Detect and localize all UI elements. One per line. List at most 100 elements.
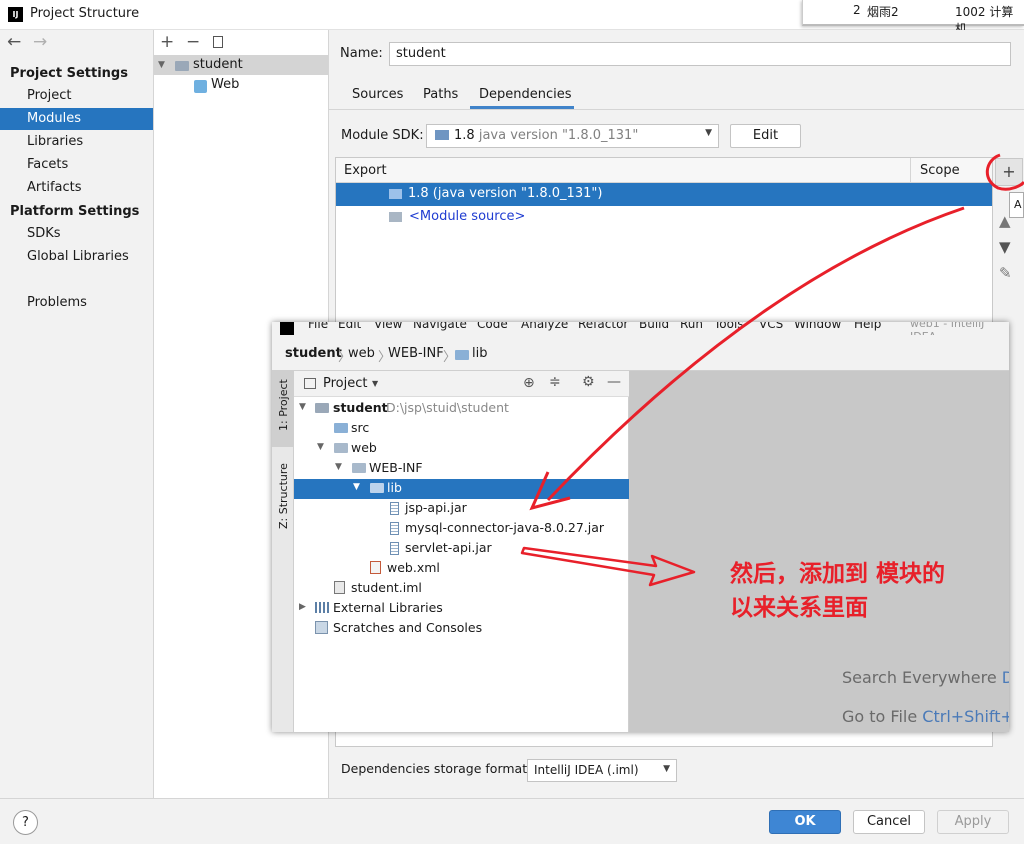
chevron-down-icon: ▼: [705, 128, 712, 138]
project-view-label[interactable]: Project: [323, 376, 367, 391]
move-down-icon[interactable]: ▼: [999, 238, 1011, 256]
sdk-detail: java version "1.8.0_131": [478, 128, 639, 143]
menu-analyze[interactable]: Analyze: [521, 322, 568, 331]
sidebar-item-problems[interactable]: Problems: [0, 292, 153, 314]
project-tool-tab[interactable]: 1: Project: [277, 379, 290, 431]
move-up-icon[interactable]: ▲: [999, 212, 1011, 230]
folder-icon: [352, 463, 366, 473]
iml-file-icon: [334, 581, 345, 594]
sidebar-item-modules[interactable]: Modules: [0, 108, 153, 130]
sidebar-item-project[interactable]: Project: [0, 85, 153, 107]
minimize-icon[interactable]: —: [607, 374, 621, 390]
column-divider: [910, 158, 911, 183]
menu-vcs[interactable]: VCS: [759, 322, 783, 331]
folder-icon: [455, 350, 469, 360]
menu-help[interactable]: Help: [854, 322, 881, 331]
chevron-down-icon[interactable]: ▼: [372, 379, 378, 388]
module-sdk-select[interactable]: 1.8 java version "1.8.0_131" ▼: [426, 124, 719, 148]
tab-dependencies[interactable]: Dependencies: [479, 87, 572, 102]
menu-navigate[interactable]: Navigate: [413, 322, 467, 331]
column-export[interactable]: Export: [344, 163, 387, 178]
table-row-module-source[interactable]: <Module source>: [336, 206, 992, 229]
tree-item-student-iml[interactable]: student.iml: [351, 578, 422, 598]
collapsed-triangle-icon[interactable]: ▶: [299, 602, 306, 612]
edit-pencil-icon[interactable]: ✎: [999, 264, 1012, 282]
module-folder-icon: [175, 61, 189, 71]
menu-edit[interactable]: Edit: [338, 322, 361, 331]
storage-format-label: Dependencies storage format:: [341, 761, 532, 776]
expand-triangle-icon[interactable]: ▼: [317, 442, 324, 452]
add-module-button[interactable]: +: [160, 32, 174, 52]
back-arrow-icon[interactable]: ←: [7, 32, 21, 52]
apply-button[interactable]: Apply: [937, 810, 1009, 834]
menu-tools[interactable]: Tools: [714, 322, 744, 331]
window-title: Project Structure: [30, 6, 140, 21]
locate-icon[interactable]: ⊕: [523, 375, 535, 391]
copy-icon[interactable]: [213, 36, 223, 48]
menu-window[interactable]: Window: [794, 322, 841, 331]
web-folder-icon: [334, 443, 348, 453]
add-dependency-button[interactable]: +: [995, 158, 1023, 186]
gear-icon[interactable]: ⚙: [582, 374, 595, 390]
tree-item-web-xml[interactable]: web.xml: [387, 558, 440, 578]
tree-item-external-libraries[interactable]: External Libraries: [333, 598, 443, 618]
tree-item-web[interactable]: web: [351, 438, 377, 458]
menu-code[interactable]: Code: [477, 322, 508, 331]
forward-arrow-icon[interactable]: →: [33, 32, 47, 52]
menu-run[interactable]: Run: [680, 322, 703, 331]
sidebar-item-facets[interactable]: Facets: [0, 154, 153, 176]
menu-build[interactable]: Build: [639, 322, 669, 331]
chevron-down-icon: ▼: [663, 764, 670, 774]
tree-item-src[interactable]: src: [351, 418, 369, 438]
breadcrumb-web[interactable]: web: [348, 346, 375, 361]
project-tool-window: Project ▼ ⊕ ≑ ⚙ — ▼ student D:\jsp\stuid…: [294, 371, 629, 732]
project-panel-header: Project ▼ ⊕ ≑ ⚙ —: [294, 371, 629, 397]
cancel-button[interactable]: Cancel: [853, 810, 925, 834]
menu-view[interactable]: View: [374, 322, 402, 331]
column-scope[interactable]: Scope: [920, 163, 960, 178]
tree-item-web-inf[interactable]: WEB-INF: [369, 458, 423, 478]
tool-window-strip: 1: Project Z: Structure: [272, 371, 294, 732]
breadcrumb-lib[interactable]: lib: [472, 346, 487, 361]
module-name-input[interactable]: student: [389, 42, 1011, 66]
tree-root-student[interactable]: student: [333, 398, 388, 418]
expand-triangle-icon[interactable]: ▼: [158, 60, 165, 70]
search-everywhere-shortcut: Do: [1001, 668, 1009, 687]
breadcrumb-web-inf[interactable]: WEB-INF: [388, 346, 444, 361]
remove-module-button[interactable]: −: [186, 32, 200, 52]
sidebar-item-artifacts[interactable]: Artifacts: [0, 177, 153, 199]
expand-triangle-icon[interactable]: ▼: [335, 462, 342, 472]
ok-button[interactable]: OK: [769, 810, 841, 834]
expand-triangle-icon[interactable]: ▼: [299, 402, 306, 412]
edit-sdk-button[interactable]: Edit: [730, 124, 801, 148]
xml-file-icon: [370, 561, 381, 574]
storage-format-select[interactable]: IntelliJ IDEA (.iml) ▼: [527, 759, 677, 782]
tree-item-mysql-connector-jar[interactable]: mysql-connector-java-8.0.27.jar: [405, 518, 604, 538]
table-row-sdk[interactable]: 1.8 (java version "1.8.0_131"): [336, 183, 992, 206]
table-header: Export Scope: [336, 158, 992, 183]
help-button[interactable]: ?: [13, 810, 38, 835]
go-to-file-hint: Go to File Ctrl+Shift+: [842, 707, 1009, 726]
tree-item-lib[interactable]: lib: [387, 478, 402, 498]
empty-editor-area: Search Everywhere Do Go to File Ctrl+Shi…: [629, 371, 1009, 732]
collapse-all-icon[interactable]: ≑: [549, 374, 561, 390]
tree-item-jsp-api-jar[interactable]: jsp-api.jar: [405, 498, 467, 518]
ide-menu-bar: File Edit View Navigate Code Analyze Ref…: [272, 322, 1009, 335]
tree-item-scratches-and-consoles[interactable]: Scratches and Consoles: [333, 618, 482, 638]
sidebar-item-libraries[interactable]: Libraries: [0, 131, 153, 153]
tab-sources[interactable]: Sources: [352, 87, 403, 102]
tab-paths[interactable]: Paths: [423, 87, 458, 102]
tab-divider: [329, 109, 1024, 110]
tree-facet-web[interactable]: Web: [211, 77, 239, 92]
tree-item-servlet-api-jar[interactable]: servlet-api.jar: [405, 538, 492, 558]
structure-tool-tab[interactable]: Z: Structure: [277, 463, 290, 529]
sidebar-item-global-libraries[interactable]: Global Libraries: [0, 246, 153, 268]
sdk-version: 1.8: [454, 128, 475, 143]
menu-file[interactable]: File: [308, 322, 328, 331]
menu-refactor[interactable]: Refactor: [578, 322, 628, 331]
expand-triangle-icon[interactable]: ▼: [353, 482, 360, 492]
sidebar-item-sdks[interactable]: SDKs: [0, 223, 153, 245]
tree-module-student[interactable]: student: [193, 57, 243, 72]
add-tooltip: A: [1009, 192, 1024, 218]
breadcrumb-student[interactable]: student: [285, 346, 342, 361]
